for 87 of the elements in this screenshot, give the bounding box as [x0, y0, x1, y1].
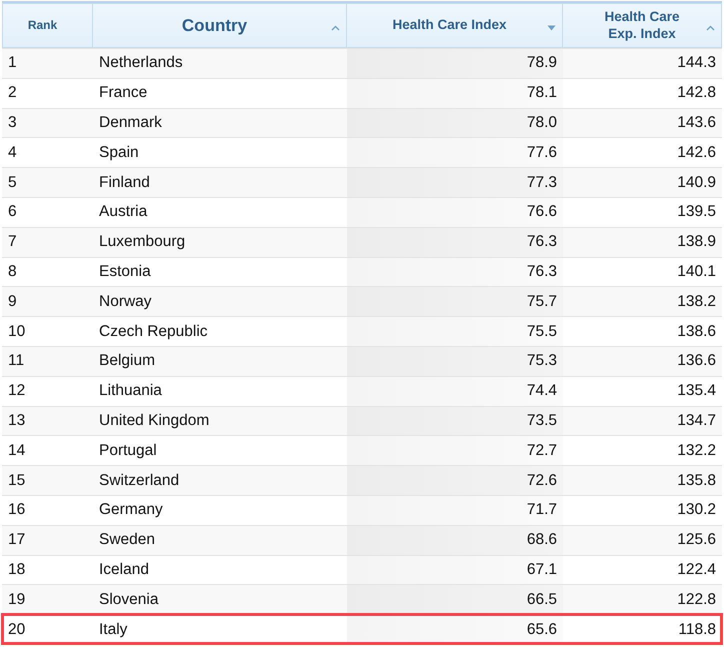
table-cell-text: 134.7: [676, 410, 717, 431]
table-cell-text: 11: [7, 351, 26, 372]
table-cell-text: 18: [7, 560, 26, 580]
table-cell: 65.6: [347, 615, 563, 644]
table-cell-text: 138.2: [676, 292, 717, 312]
table-cell-text: Iceland: [98, 560, 150, 580]
table-cell: 76.6: [347, 198, 563, 227]
table-cell-text: France: [98, 83, 148, 104]
table-cell-text: 135.8: [676, 470, 717, 491]
table-cell-text: Italy: [98, 620, 128, 640]
table-cell-text: 144.3: [676, 53, 717, 74]
table-cell-text: 136.6: [676, 351, 717, 372]
table-cell-text: United Kingdom: [98, 410, 210, 431]
table-cell-text: 125.6: [676, 530, 717, 550]
table-cell-text: 14: [7, 440, 26, 461]
table-cell-text: 143.6: [676, 112, 717, 133]
table-cell-text: Germany: [98, 500, 164, 520]
table-cell-text: 122.4: [676, 560, 717, 580]
sort-up-icon[interactable]: [706, 25, 715, 31]
table-cell-text: 130.2: [676, 500, 717, 520]
table-cell-text: Slovenia: [98, 590, 160, 610]
table-cell: 78.1: [347, 78, 563, 108]
table-cell: 76.3: [347, 228, 563, 257]
table-cell: 71.7: [347, 496, 563, 525]
table-cell: 75.5: [347, 317, 563, 346]
table-cell-text: 13: [7, 410, 26, 431]
table-cell: 77.3: [347, 168, 563, 197]
table-cell-text: 138.6: [676, 322, 717, 342]
table-cell-text: Czech Republic: [98, 322, 209, 342]
table-cell-text: 8: [7, 262, 18, 282]
column-header[interactable]: Country: [93, 3, 347, 48]
table-cell-text: 142.8: [676, 83, 717, 104]
table-cell-text: Netherlands: [98, 53, 184, 74]
table-cell-text: 1: [7, 53, 18, 74]
table-cell: 72.6: [347, 466, 563, 495]
table-cell-text: 7: [7, 232, 18, 252]
table-cell-text: Finland: [98, 172, 151, 193]
table-cell-text: 118.8: [677, 620, 717, 640]
table-cell-text: 20: [7, 620, 26, 640]
table-cell-text: Belgium: [98, 351, 156, 372]
table-cell-text: 16: [7, 500, 26, 520]
table-cell-text: 132.2: [676, 440, 717, 461]
table-cell: 75.7: [347, 287, 563, 316]
table-cell: 67.1: [347, 556, 563, 584]
table-cell-text: 135.4: [676, 381, 717, 402]
table-cell-text: Estonia: [98, 262, 152, 282]
sort-down-icon[interactable]: [547, 25, 556, 31]
table-cell-text: Lithuania: [98, 381, 163, 402]
table-cell: 76.3: [347, 258, 563, 286]
table-cell-text: 19: [7, 590, 26, 610]
table-cell: 75.3: [347, 346, 563, 376]
table-cell: 68.6: [347, 526, 563, 555]
table-cell-text: 9: [7, 292, 18, 312]
table-cell: 72.7: [347, 436, 563, 466]
table-cell-text: 3: [7, 112, 18, 133]
table-cell-text: 10: [7, 322, 26, 342]
table-cell: 78.9: [347, 49, 563, 78]
table-cell-text: 139.5: [676, 202, 717, 222]
table-cell-text: 140.1: [676, 262, 717, 282]
table-cell: 73.5: [347, 406, 563, 436]
table-cell-text: Austria: [98, 202, 148, 222]
table-cell-text: 6: [7, 202, 18, 222]
table-cell-text: Spain: [98, 142, 140, 163]
table-cell-text: 2: [7, 83, 18, 104]
table-cell-text: 15: [7, 470, 26, 491]
table-cell: 77.6: [347, 138, 563, 168]
table-cell: 78.0: [347, 108, 563, 138]
table-cell-text: 4: [7, 142, 18, 163]
table-cell-text: Norway: [98, 292, 153, 312]
table-cell-text: 140.9: [676, 172, 717, 193]
table-cell-text: Portugal: [98, 440, 158, 461]
table-cell-text: 17: [7, 530, 26, 550]
table-cell-text: 138.9: [676, 232, 717, 252]
table-cell: 74.4: [347, 376, 563, 406]
sort-up-icon[interactable]: [331, 25, 340, 31]
column-header: Rank: [2, 3, 93, 48]
column-header[interactable]: Health Care Index: [347, 3, 563, 48]
column-header[interactable]: Health Care Exp. Index: [563, 3, 722, 48]
table-cell: 66.5: [347, 585, 563, 614]
table-cell-text: Denmark: [98, 112, 163, 133]
table-cell-text: 142.6: [676, 142, 717, 163]
table-cell-text: 122.8: [676, 590, 717, 610]
table-cell-text: 5: [7, 172, 18, 193]
table-cell-text: Switzerland: [98, 470, 180, 491]
table-cell-text: Sweden: [98, 530, 156, 550]
table-cell-text: Luxembourg: [98, 232, 186, 252]
table-cell-text: 12: [7, 381, 26, 402]
